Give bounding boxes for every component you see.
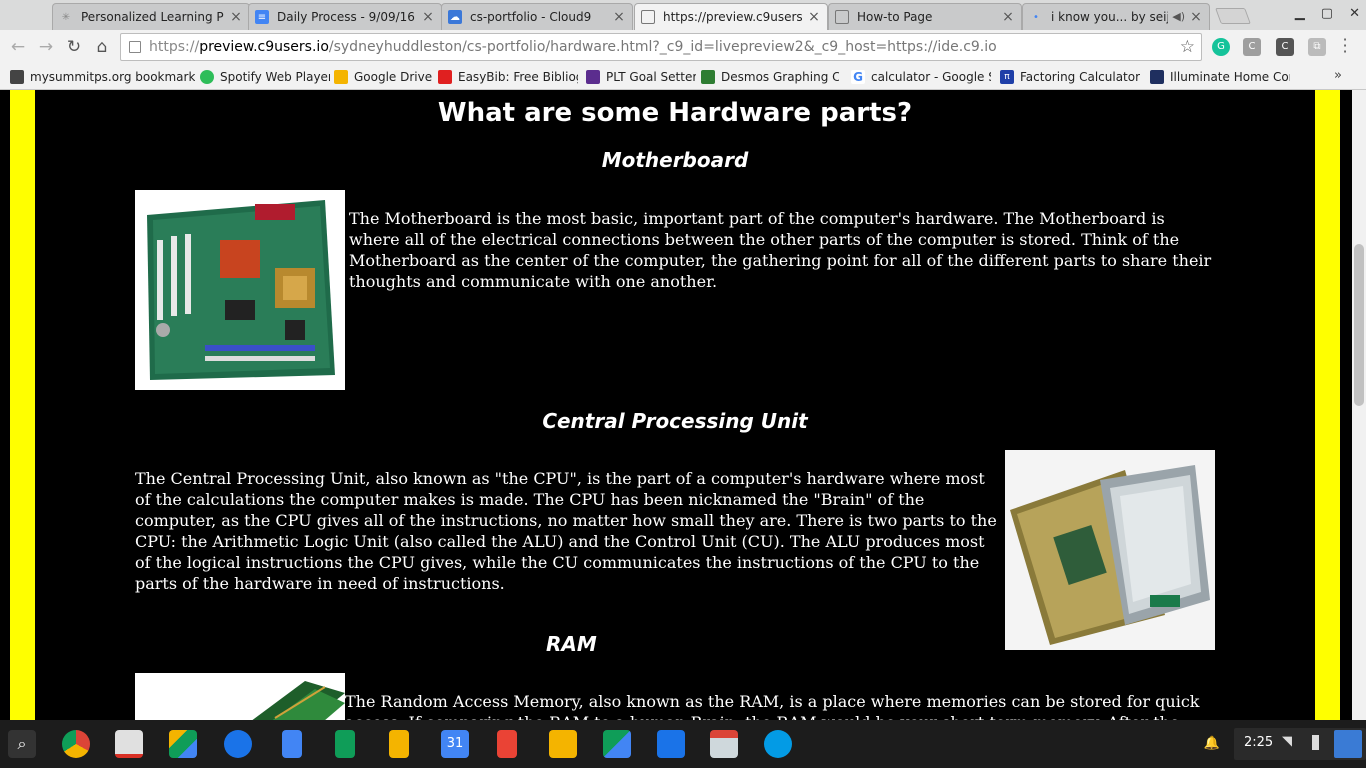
tab-cloud9[interactable]: ☁ cs-portfolio - Cloud9 × bbox=[441, 3, 633, 30]
webstore-icon[interactable] bbox=[710, 730, 738, 758]
sheets-icon[interactable] bbox=[335, 730, 355, 758]
tab-strip: ✳ Personalized Learning P × ≡ Daily Proc… bbox=[0, 0, 1366, 30]
maximize-icon[interactable]: ▢ bbox=[1321, 6, 1333, 21]
section-title-motherboard: Motherboard bbox=[601, 148, 749, 172]
tab-personalized-learning[interactable]: ✳ Personalized Learning P × bbox=[52, 3, 250, 30]
ram-text: The Random Access Memory, also known as … bbox=[345, 692, 1200, 720]
easybib-icon bbox=[438, 70, 452, 84]
pi-icon: π bbox=[1000, 70, 1014, 84]
section-title-cpu: Central Processing Unit bbox=[542, 409, 808, 433]
extension-c-icon[interactable]: C bbox=[1243, 38, 1261, 56]
back-icon[interactable]: ← bbox=[8, 37, 28, 57]
bookmark-calculator[interactable]: G calculator - Google Se bbox=[851, 68, 991, 86]
speaker-icon[interactable]: ◀) bbox=[1172, 10, 1185, 24]
close-window-icon[interactable]: ✕ bbox=[1349, 6, 1360, 21]
taskbar: ⌕ 31 🔔 2:25 ◥ bbox=[0, 720, 1366, 768]
ram-image bbox=[135, 673, 345, 720]
illuminate-icon bbox=[1150, 70, 1164, 84]
drive-icon bbox=[334, 70, 348, 84]
cpu-text: The Central Processing Unit, also known … bbox=[135, 469, 997, 593]
menu-icon[interactable]: · · · bbox=[1340, 32, 1350, 60]
keep-icon[interactable] bbox=[549, 730, 577, 758]
tab-preview[interactable]: https://preview.c9users.i × bbox=[634, 3, 828, 30]
bookmark-illuminate[interactable]: Illuminate Home Con bbox=[1150, 68, 1290, 86]
scrollbar-thumb[interactable] bbox=[1354, 244, 1364, 406]
docs-icon[interactable] bbox=[282, 730, 302, 758]
bookmarks-bar: mysummitps.org bookmarks Spotify Web Pla… bbox=[0, 64, 1366, 90]
docs-icon: ≡ bbox=[255, 10, 269, 24]
bookmark-factoring[interactable]: π Factoring Calculator - bbox=[1000, 68, 1140, 86]
drive-icon[interactable] bbox=[169, 730, 197, 758]
more-bookmarks-icon[interactable]: » bbox=[1334, 68, 1342, 83]
close-icon[interactable]: × bbox=[1189, 10, 1203, 24]
wifi-icon: ◥ bbox=[1282, 734, 1292, 749]
polarr-icon[interactable] bbox=[497, 730, 517, 758]
motherboard-image bbox=[135, 190, 345, 390]
close-icon[interactable]: × bbox=[421, 10, 435, 24]
bookmark-easybib[interactable]: EasyBib: Free Bibliogr bbox=[438, 68, 578, 86]
google-icon: G bbox=[851, 70, 865, 84]
search-icon[interactable]: ⌕ bbox=[8, 730, 36, 758]
forward-icon[interactable]: → bbox=[36, 37, 56, 57]
reload-icon[interactable]: ↻ bbox=[64, 37, 84, 57]
tab-audio[interactable]: • i know you... by seiji c ◀) × bbox=[1022, 3, 1210, 30]
maps-icon[interactable] bbox=[603, 730, 631, 758]
bookmark-folder[interactable]: mysummitps.org bookmarks bbox=[10, 68, 195, 86]
home-icon[interactable]: ⌂ bbox=[92, 37, 112, 57]
status-area[interactable]: 2:25 ◥ bbox=[1234, 728, 1366, 760]
minimize-icon[interactable]: ▁ bbox=[1295, 6, 1305, 21]
new-tab-button[interactable] bbox=[1215, 8, 1251, 24]
cloud9-icon: ☁ bbox=[448, 10, 462, 24]
right-yellow-border bbox=[1315, 90, 1340, 720]
audio-icon: • bbox=[1033, 11, 1039, 23]
notifications-icon[interactable]: 🔔 bbox=[1200, 728, 1224, 760]
classroom-icon[interactable] bbox=[657, 730, 685, 758]
page-scrollbar[interactable] bbox=[1352, 90, 1366, 720]
slides-icon[interactable] bbox=[389, 730, 409, 758]
tab-how-to[interactable]: How-to Page × bbox=[828, 3, 1022, 30]
battery-icon bbox=[1312, 735, 1319, 750]
section-title-ram: RAM bbox=[546, 632, 597, 656]
page-viewport: What are some Hardware parts? Motherboar… bbox=[0, 90, 1352, 720]
left-yellow-border bbox=[10, 90, 35, 720]
extension-c-dark-icon[interactable]: C bbox=[1276, 38, 1294, 56]
bookmark-desmos[interactable]: Desmos Graphing Ca bbox=[701, 68, 839, 86]
page-title: What are some Hardware parts? bbox=[437, 98, 913, 128]
window-controls: ▁ ▢ ✕ bbox=[1295, 6, 1360, 21]
page-icon bbox=[641, 10, 655, 24]
bookmark-plt[interactable]: PLT Goal Setter bbox=[586, 68, 696, 86]
desmos-icon bbox=[701, 70, 715, 84]
grammarly-icon[interactable]: G bbox=[1212, 38, 1230, 56]
gmail-icon[interactable] bbox=[115, 730, 143, 758]
clock: 2:25 bbox=[1244, 735, 1274, 750]
close-icon[interactable]: × bbox=[229, 10, 243, 24]
motherboard-text: The Motherboard is the most basic, impor… bbox=[349, 209, 1212, 291]
avatar bbox=[1334, 730, 1362, 758]
camera-icon[interactable] bbox=[764, 730, 792, 758]
cpu-image bbox=[1005, 450, 1215, 650]
bookmark-spotify[interactable]: Spotify Web Player bbox=[200, 68, 330, 86]
extension-copy-icon[interactable]: ⧉ bbox=[1308, 38, 1326, 56]
bookmark-star-icon[interactable]: ☆ bbox=[1180, 34, 1195, 60]
calendar-icon[interactable]: 31 bbox=[441, 730, 469, 758]
plt-icon bbox=[586, 70, 600, 84]
address-bar[interactable]: https://preview.c9users.io/sydneyhuddles… bbox=[120, 33, 1202, 61]
files-icon[interactable] bbox=[224, 730, 252, 758]
close-icon[interactable]: × bbox=[612, 10, 626, 24]
spinner-icon: ✳ bbox=[61, 11, 71, 23]
folder-icon bbox=[10, 70, 24, 84]
close-icon[interactable]: × bbox=[807, 10, 821, 24]
bookmark-google-drive[interactable]: Google Drive bbox=[334, 68, 434, 86]
tab-daily-process[interactable]: ≡ Daily Process - 9/09/16 × bbox=[248, 3, 442, 30]
spotify-icon bbox=[200, 70, 214, 84]
chrome-icon[interactable] bbox=[62, 730, 90, 758]
browser-toolbar: ← → ↻ ⌂ https://preview.c9users.io/sydne… bbox=[0, 30, 1366, 64]
page-icon bbox=[835, 10, 849, 24]
page-info-icon[interactable] bbox=[129, 41, 141, 53]
close-icon[interactable]: × bbox=[1001, 10, 1015, 24]
